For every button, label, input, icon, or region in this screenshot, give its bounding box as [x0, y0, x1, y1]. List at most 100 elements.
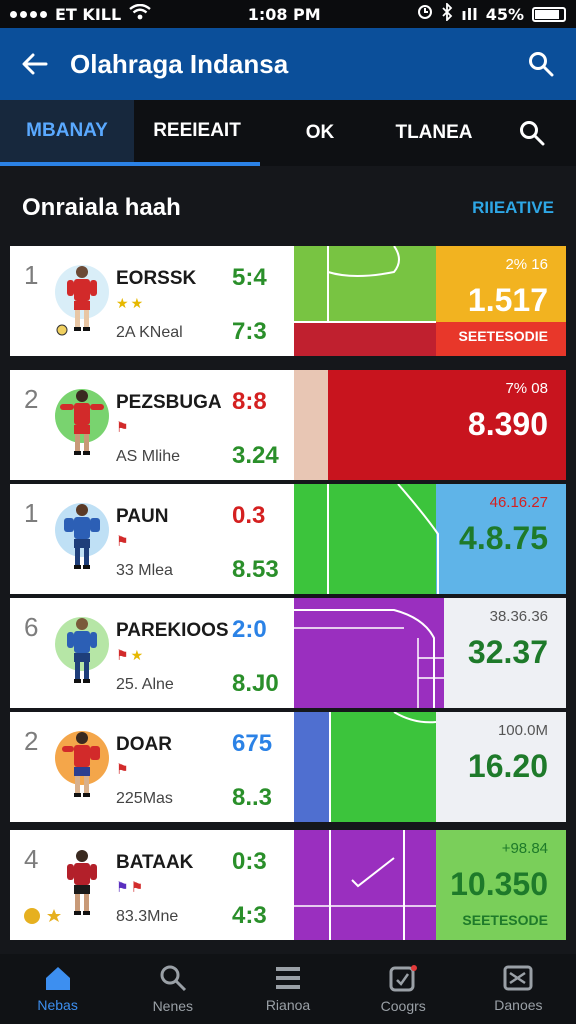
player-info: 2 PEZSBUGA ⚑ AS Mlihe 8:8 3.24 [10, 370, 294, 480]
nav-item-nenes[interactable]: Nenes [115, 954, 230, 1024]
match-score: 0:3 [232, 848, 267, 875]
section-header: Onraiala haah RIIEATIVE [22, 188, 554, 228]
match-score: 0.3 [232, 502, 266, 529]
arrow-left-icon [22, 53, 48, 75]
battery-percent: 45% [485, 4, 524, 24]
back-button[interactable] [0, 53, 70, 75]
player-avatar [55, 265, 109, 336]
player-card[interactable]: 2 DOAR ⚑ 225Mas 675 8..3 100.0M 16.20 [10, 712, 566, 822]
rank: 6 [24, 612, 39, 642]
flag-icon: ⚑ [116, 762, 129, 778]
player-badges: ⚑ ⚑ [116, 880, 143, 896]
player-club: 25. Alne [116, 676, 174, 693]
nav-item-rianoa[interactable]: Rianoa [230, 954, 345, 1024]
rating: 7:3 [232, 318, 267, 345]
player-info: 1 EORSSK ★ ★ 2A KNeal 5:4 7:3 [10, 246, 294, 356]
stat-label: SEETESODE [462, 912, 548, 928]
stat-value: 16.20 [467, 748, 548, 784]
tab-ok[interactable]: OK [260, 100, 380, 166]
stat-top: 100.0M [497, 722, 548, 739]
player-card[interactable]: 4 BATAAK ⚑ ⚑ 83.3Mne 0:3 4:3 +98.84 10.3… [10, 830, 566, 940]
player-card[interactable]: 1 PAUN ⚑ 33 Mlea 0.3 8.53 46.16.27 4.8.7… [10, 484, 566, 594]
player-club: 33 Mlea [116, 562, 173, 579]
tab-mbanay[interactable]: MBANAY [0, 100, 134, 166]
flag-icon: ⚑ [116, 648, 129, 664]
player-info: 1 PAUN ⚑ 33 Mlea 0.3 8.53 [10, 484, 294, 594]
tab-reeieait[interactable]: REEIEAIT [134, 100, 260, 166]
player-name: PAUN [116, 506, 169, 527]
stats-panel: 100.0M 16.20 [294, 712, 566, 822]
tab-tlanea[interactable]: TLANEA [380, 100, 488, 166]
player-badges: ⚑ [116, 420, 129, 436]
list-icon [276, 967, 300, 989]
stats-panel: 46.16.27 4.8.75 [294, 484, 566, 594]
trophy-icon [24, 908, 61, 924]
nav-label: Danoes [494, 997, 543, 1013]
stat-top: 2% 16 [505, 256, 548, 273]
player-name: PEZSBUGA [116, 392, 222, 413]
player-club: 83.3Mne [116, 908, 179, 925]
tab-search-button[interactable] [488, 100, 576, 166]
bluetooth-icon [441, 1, 453, 25]
player-card[interactable]: 6 PAREKIOOS ⚑ ★ 25. Alne 2:0 8.J0 38.36.… [10, 598, 566, 708]
player-avatar [55, 389, 109, 455]
stats-panel: 7% 08 8.390 [294, 370, 566, 480]
stats-panel: 38.36.36 32.37 [294, 598, 566, 708]
player-club: AS Mlihe [116, 448, 181, 465]
bottom-nav: Nebas Nenes Rianoa Coogrs Danoes [0, 954, 576, 1024]
player-club: 225Mas [116, 790, 173, 807]
player-name: EORSSK [116, 268, 197, 289]
rank: 1 [24, 498, 39, 528]
flag-icon: ⚑ [116, 534, 129, 550]
clock: 1:08 PM [247, 4, 321, 24]
player-badges: ⚑ [116, 762, 129, 778]
stat-value: 4.8.75 [459, 520, 548, 556]
rank: 2 [24, 726, 39, 756]
nav-label: Nenes [152, 998, 194, 1014]
rating: 8.J0 [232, 670, 279, 697]
carrier-label: ET KILL [55, 4, 122, 24]
status-bar: ET KILL 1:08 PM ıll 45% [0, 0, 576, 28]
player-avatar [55, 617, 109, 683]
stat-top: 38.36.36 [489, 608, 548, 625]
stats-panel: 2% 16 1.517 SEETESODIE [294, 246, 566, 356]
stat-top: 7% 08 [505, 380, 548, 397]
flag-icon: ⚑ [116, 880, 129, 896]
nav-item-nebas[interactable]: Nebas [0, 954, 115, 1024]
battery-icon [531, 6, 566, 22]
nav-item-danoes[interactable]: Danoes [461, 954, 576, 1024]
rank: 4 [24, 844, 39, 874]
star-icon: ★ [130, 296, 144, 312]
star-icon: ★ [116, 296, 129, 312]
page-title: Olahraga Indansa [70, 48, 289, 79]
rating: 8..3 [232, 784, 273, 811]
search-icon [520, 121, 545, 146]
section-link[interactable]: RIIEATIVE [472, 198, 554, 218]
stats-panel: +98.84 10.350 SEETESODE [294, 830, 566, 940]
tab-bar: MBANAY REEIEAIT OK TLANEA [0, 100, 576, 166]
match-score: 5:4 [232, 264, 267, 291]
stat-value: 10.350 [450, 866, 548, 902]
player-card[interactable]: 2 PEZSBUGA ⚑ AS Mlihe 8:8 3.24 7% 08 8.3… [10, 370, 566, 480]
shuffle-icon [503, 965, 533, 991]
nav-label: Nebas [37, 997, 78, 1013]
section-title: Onraiala haah [22, 194, 181, 221]
flag-icon: ⚑ [130, 880, 144, 896]
stat-value: 8.390 [467, 406, 548, 442]
alarm-icon [417, 4, 433, 24]
player-name: DOAR [116, 734, 172, 755]
rating: 3.24 [232, 442, 279, 469]
flag-icon: ⚑ [116, 420, 129, 436]
home-icon [45, 967, 70, 990]
nav-item-coogrs[interactable]: Coogrs [346, 954, 461, 1024]
star-icon: ★ [130, 648, 144, 664]
search-button[interactable] [506, 51, 576, 77]
player-card[interactable]: 1 EORSSK ★ ★ 2A KNeal 5:4 7:3 2% 16 1.51… [10, 246, 566, 356]
rating: 8.53 [232, 556, 279, 583]
player-badges: ★ ★ [116, 296, 143, 312]
stat-top: +98.84 [501, 840, 548, 857]
rank: 1 [24, 260, 39, 290]
search-icon [529, 52, 554, 77]
match-score: 675 [232, 730, 273, 757]
nav-label: Coogrs [380, 998, 426, 1014]
